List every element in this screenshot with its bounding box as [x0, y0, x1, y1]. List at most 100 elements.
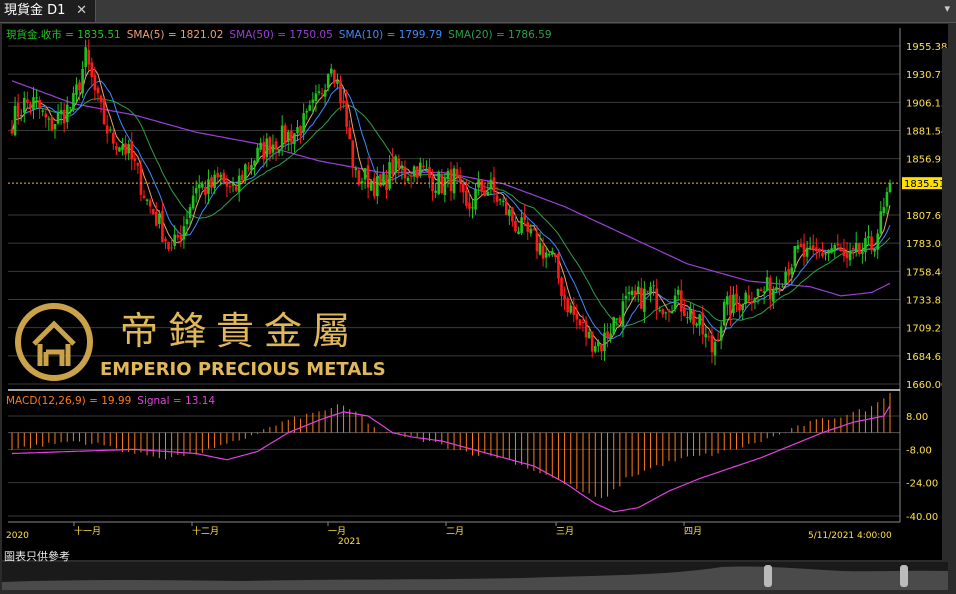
candle-body	[216, 172, 219, 178]
candle-body	[501, 200, 505, 203]
candle-body	[640, 287, 643, 309]
candle-body	[560, 277, 563, 297]
candle-body	[566, 298, 569, 313]
candle-body	[480, 179, 483, 193]
candle-body	[858, 243, 861, 254]
candle-body	[210, 177, 213, 188]
candle-body	[529, 228, 533, 234]
candle-body	[870, 236, 873, 251]
candle-body	[277, 150, 281, 153]
candle-body	[704, 333, 708, 338]
candle-body	[461, 183, 465, 193]
candle-body	[219, 174, 223, 178]
logo-cn-name: 帝鋒貴金屬	[120, 309, 360, 353]
candle-body	[204, 187, 207, 195]
candle-body	[161, 210, 164, 243]
candle-body	[403, 166, 407, 179]
candle-body	[115, 146, 118, 150]
candle-body	[876, 233, 880, 250]
logo-emblem-icon	[15, 303, 93, 381]
navigator-left-handle[interactable]	[764, 565, 772, 587]
candle-body	[53, 123, 57, 130]
candle-body	[652, 285, 655, 287]
candle-body	[775, 287, 778, 291]
time-navigator[interactable]	[2, 562, 948, 590]
candle-body	[22, 97, 26, 113]
price-legend-item: SMA(10) = 1799.79	[339, 29, 442, 41]
chart-area[interactable]: 1955.38 1930.77 1906.15 1881.54 1856.92 1807.…	[2, 24, 948, 584]
candle-body	[621, 301, 625, 327]
candle-body	[357, 170, 361, 185]
candle-body	[750, 301, 754, 304]
candle-body	[372, 177, 376, 197]
candle-body	[483, 190, 487, 197]
candle-body	[182, 226, 186, 240]
candle-body	[108, 129, 112, 131]
candle-body	[649, 286, 652, 295]
candle-body	[10, 128, 14, 134]
candle-body	[646, 290, 649, 292]
candle-body	[581, 322, 585, 324]
candle-body	[486, 191, 490, 196]
candle-body	[778, 288, 781, 291]
candle-body	[326, 74, 330, 88]
axes: 1955.381930.771906.151881.541856.921807.…	[6, 28, 947, 547]
candle-body	[511, 207, 514, 222]
time-axis-label: 一月	[328, 526, 346, 537]
candle-body	[744, 292, 748, 304]
candle-body	[578, 319, 582, 326]
time-axis-label: 十一月	[74, 525, 101, 537]
candle-body	[590, 331, 594, 352]
candle-body	[713, 341, 717, 356]
last-price-tag: 1835.51	[904, 179, 945, 190]
candle-body	[286, 131, 290, 142]
candle-body	[376, 176, 379, 197]
candle-body	[833, 244, 837, 252]
candle-body	[38, 99, 41, 109]
candle-body	[191, 195, 195, 209]
candle-body	[762, 291, 766, 293]
candle-body	[127, 144, 130, 154]
candle-body	[446, 170, 450, 180]
close-icon[interactable]: ✕	[76, 0, 87, 22]
candle-body	[839, 248, 843, 252]
logo-emblem-inner	[32, 320, 76, 366]
candle-body	[612, 317, 616, 335]
candle-body	[179, 235, 183, 240]
candle-body	[133, 157, 137, 161]
candle-body	[667, 309, 671, 312]
candle-body	[618, 317, 622, 324]
candle-body	[253, 160, 256, 166]
candle-body	[342, 100, 345, 104]
candle-body	[477, 179, 480, 188]
candle-body	[821, 252, 824, 257]
candle-body	[796, 245, 800, 250]
candle-body	[489, 179, 493, 189]
candle-body	[643, 288, 646, 312]
candle-body	[207, 179, 210, 194]
price-chart-svg[interactable]: 1955.381930.771906.151881.541856.921807.…	[2, 24, 948, 560]
candle-body	[603, 332, 606, 352]
candle-body	[683, 308, 686, 316]
candle-body	[848, 251, 852, 261]
candle-body	[673, 295, 677, 310]
candle-body	[323, 90, 327, 97]
navigator-right-handle[interactable]	[900, 565, 908, 587]
chevron-down-icon[interactable]: ▾	[944, 2, 950, 15]
candle-body	[572, 306, 576, 315]
candle-body	[139, 164, 143, 195]
navigator-svg[interactable]	[2, 562, 948, 590]
tab-bar: 現貨金 D1 ✕ ▾	[0, 0, 956, 23]
logo-en-name: EMPERIO PRECIOUS METALS	[100, 359, 386, 380]
candle-body	[90, 62, 94, 78]
candle-body	[532, 229, 536, 231]
candle-body	[440, 174, 444, 194]
candle-body	[173, 234, 177, 246]
tab-chart[interactable]: 現貨金 D1 ✕	[0, 0, 96, 22]
candle-body	[707, 336, 711, 338]
candle-body	[535, 232, 539, 252]
candle-body	[756, 288, 760, 297]
candle-body	[400, 166, 404, 169]
vertical-scrollbar[interactable]	[942, 48, 948, 584]
time-axis-label: 四月	[684, 526, 702, 537]
